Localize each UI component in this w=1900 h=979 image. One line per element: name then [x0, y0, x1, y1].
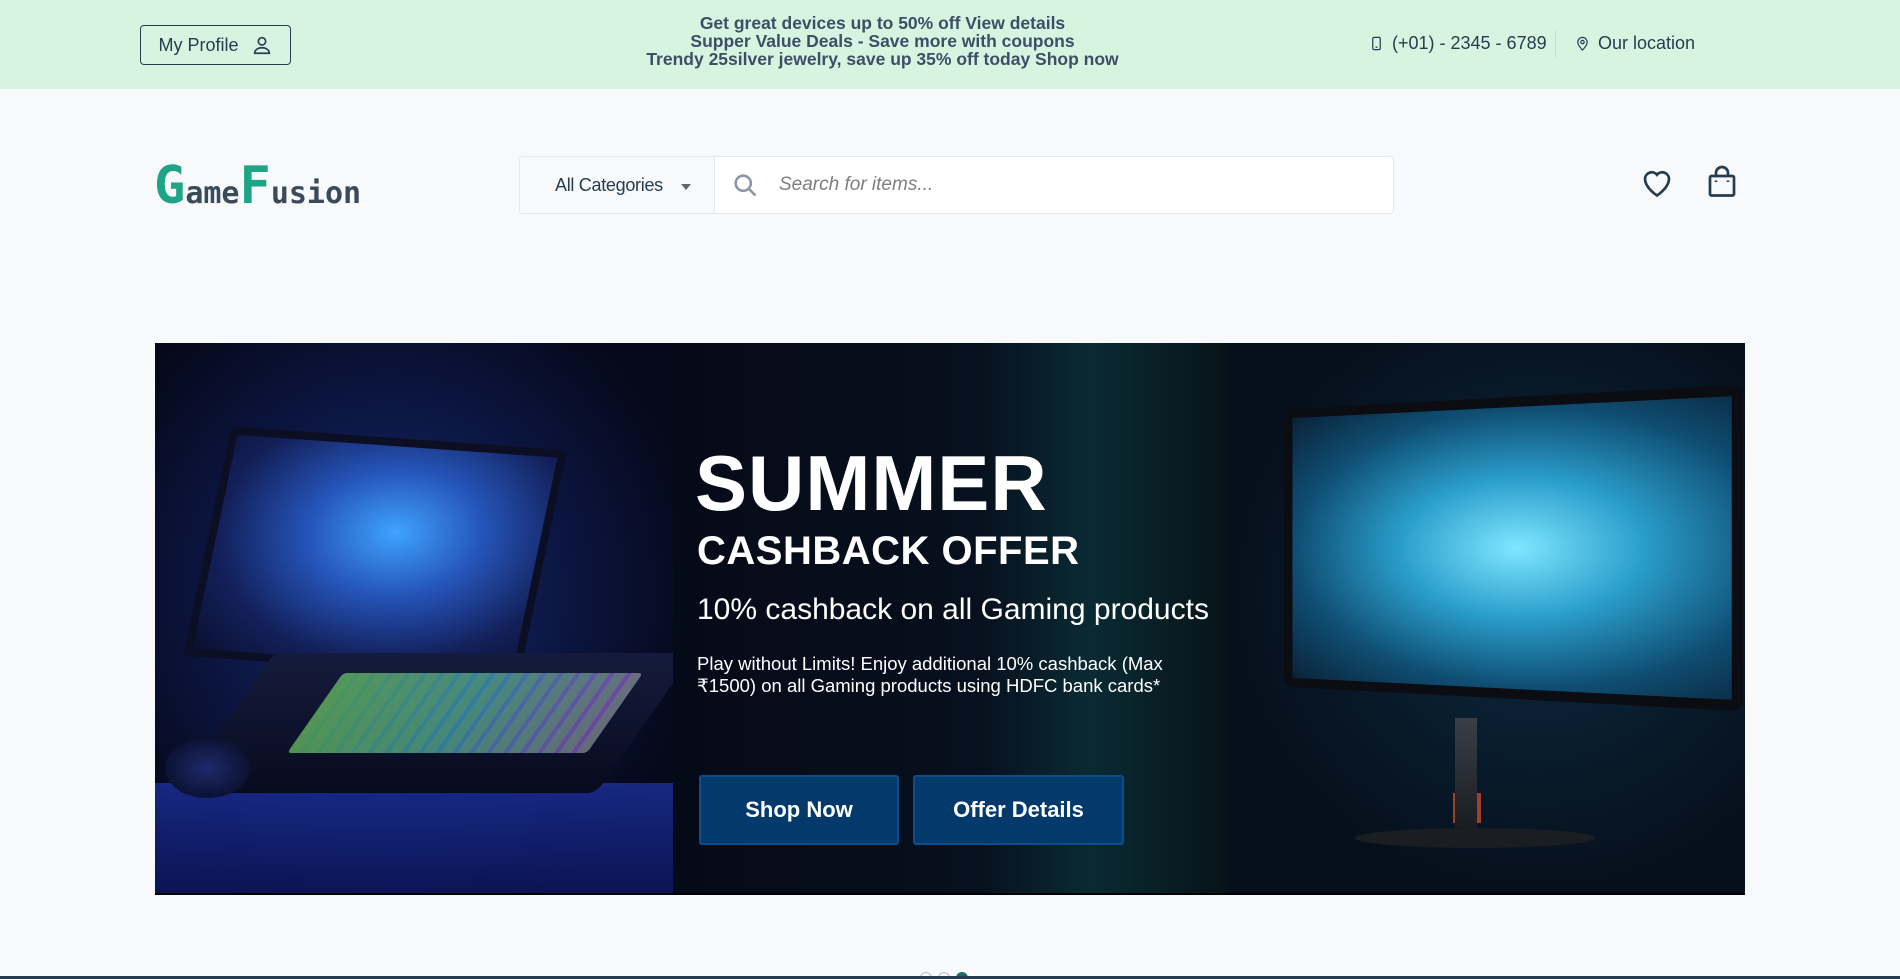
- promo-line[interactable]: Get great devices up to 50% off View det…: [560, 14, 1205, 32]
- monitor-screen-image: [1284, 384, 1744, 712]
- site-logo[interactable]: GameFusion: [154, 156, 361, 216]
- my-profile-label: My Profile: [158, 34, 239, 55]
- monitor-stand-image: [1455, 718, 1477, 828]
- shop-now-button[interactable]: Shop Now: [699, 775, 899, 845]
- category-select-label: All Categories: [555, 174, 663, 195]
- promo-line[interactable]: Trendy 25silver jewelry, save up 35% off…: [560, 50, 1205, 68]
- category-select[interactable]: All Categories: [520, 157, 715, 213]
- shopping-bag-icon[interactable]: [1704, 164, 1740, 200]
- banner-title: SUMMER: [695, 439, 1048, 527]
- promo-line[interactable]: Supper Value Deals - Save more with coup…: [560, 32, 1205, 50]
- banner-subtitle: CASHBACK OFFER: [697, 529, 1080, 573]
- mousepad-image: [155, 783, 673, 893]
- logo-text: ame: [185, 176, 240, 211]
- wishlist-heart-icon[interactable]: [1639, 164, 1675, 200]
- banner-description: Play without Limits! Enjoy additional 10…: [697, 653, 1163, 696]
- phone-number: (+01) - 2345 - 6789: [1392, 33, 1547, 53]
- top-bar: My Profile Get great devices up to 50% o…: [0, 0, 1900, 89]
- phone-contact[interactable]: (+01) - 2345 - 6789: [1369, 33, 1547, 54]
- location-label: Our location: [1598, 33, 1696, 53]
- search-input[interactable]: [779, 174, 1379, 196]
- my-profile-button[interactable]: My Profile: [140, 25, 291, 65]
- promo-text: Get great devices up to 50% off View det…: [560, 14, 1205, 68]
- divider: [1555, 30, 1556, 58]
- search-icon[interactable]: [731, 171, 759, 199]
- mouse-image: [165, 738, 250, 798]
- location-pin-icon: [1577, 36, 1588, 51]
- user-icon: [253, 36, 270, 55]
- banner-headline: 10% cashback on all Gaming products: [697, 593, 1209, 626]
- location-link[interactable]: Our location: [1575, 33, 1695, 54]
- caret-down-icon: [680, 184, 691, 190]
- offer-details-button[interactable]: Offer Details: [913, 775, 1124, 845]
- logo-letter: F: [239, 156, 271, 216]
- phone-icon: [1372, 36, 1381, 51]
- hero-banner[interactable]: SUMMER CASHBACK OFFER 10% cashback on al…: [155, 343, 1745, 895]
- keyboard-image: [286, 673, 644, 753]
- monitor-foot-image: [1355, 828, 1595, 848]
- laptop-screen-image: [182, 426, 568, 680]
- logo-text: usion: [270, 176, 362, 211]
- search-bar: All Categories: [519, 156, 1394, 214]
- logo-letter: G: [154, 156, 186, 216]
